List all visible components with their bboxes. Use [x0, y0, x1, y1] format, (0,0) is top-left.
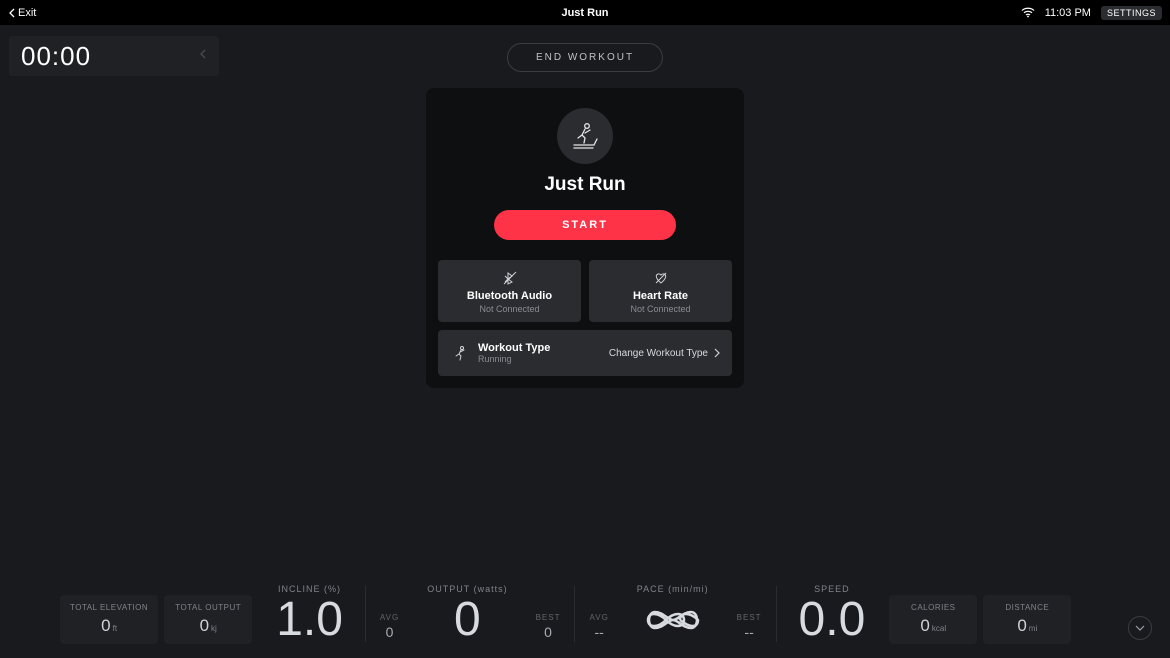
infinity-icon [638, 605, 708, 635]
start-button[interactable]: START [494, 210, 676, 240]
heart-rate-tile[interactable]: Heart Rate Not Connected [589, 260, 732, 322]
exit-label: Exit [18, 7, 36, 19]
bluetooth-status: Not Connected [479, 304, 539, 314]
total-elevation-box[interactable]: TOTAL ELEVATION 0ft [60, 595, 158, 644]
chevron-left-icon [199, 47, 207, 65]
distance-box[interactable]: DISTANCE 0mi [983, 595, 1071, 644]
pace-value [638, 596, 708, 644]
chevron-down-icon [1135, 625, 1145, 631]
top-bar: Exit Just Run 11:03 PM SETTINGS [0, 0, 1170, 25]
change-workout-type-action[interactable]: Change Workout Type [609, 348, 720, 359]
workout-card: Just Run START Bluetooth Audio Not Conne… [426, 88, 744, 388]
output-value: 0 [454, 596, 481, 644]
calories-box[interactable]: CALORIES 0kcal [889, 595, 977, 644]
bluetooth-label: Bluetooth Audio [467, 290, 552, 302]
divider [776, 586, 777, 642]
speed-value: 0.0 [799, 596, 866, 644]
heartrate-status: Not Connected [630, 304, 690, 314]
divider [365, 586, 366, 642]
wifi-icon [1021, 7, 1035, 18]
end-workout-button[interactable]: END WORKOUT [507, 43, 663, 72]
total-output-box[interactable]: TOTAL OUTPUT 0kj [164, 595, 252, 644]
metrics-bar: TOTAL ELEVATION 0ft TOTAL OUTPUT 0kj INC… [0, 584, 1170, 644]
treadmill-icon [557, 108, 613, 164]
workout-type-label: Workout Type [478, 342, 550, 354]
topbar-right: 11:03 PM SETTINGS [1021, 6, 1162, 20]
workout-type-value: Running [478, 354, 550, 364]
chevron-right-icon [714, 348, 720, 358]
pace-column: PACE (min/mi) [619, 584, 727, 644]
bluetooth-audio-tile[interactable]: Bluetooth Audio Not Connected [438, 260, 581, 322]
divider [574, 586, 575, 642]
runner-icon [450, 345, 468, 361]
bluetooth-off-icon [502, 270, 518, 286]
pace-avg-col: AVG -- [579, 613, 618, 644]
pace-best-col: BEST -- [727, 613, 772, 644]
chevron-left-icon [8, 8, 16, 18]
output-avg-col: AVG 0 [370, 613, 409, 644]
page-title: Just Run [561, 7, 608, 19]
workout-title: Just Run [544, 174, 625, 196]
timer-box[interactable]: 00:00 [9, 36, 219, 76]
incline-value: 1.0 [276, 596, 343, 644]
incline-column: INCLINE (%) 1.0 [258, 584, 361, 644]
workout-type-tile[interactable]: Workout Type Running Change Workout Type [438, 330, 732, 376]
clock-time: 11:03 PM [1045, 7, 1091, 19]
output-best-col: BEST 0 [526, 613, 571, 644]
speed-column: SPEED 0.0 [781, 584, 884, 644]
elapsed-time: 00:00 [21, 41, 91, 72]
heartrate-label: Heart Rate [633, 290, 688, 302]
heart-off-icon [653, 270, 669, 286]
settings-button[interactable]: SETTINGS [1101, 6, 1162, 20]
exit-button[interactable]: Exit [8, 7, 36, 19]
output-column: OUTPUT (watts) 0 [409, 584, 525, 644]
expand-down-button[interactable] [1128, 616, 1152, 640]
